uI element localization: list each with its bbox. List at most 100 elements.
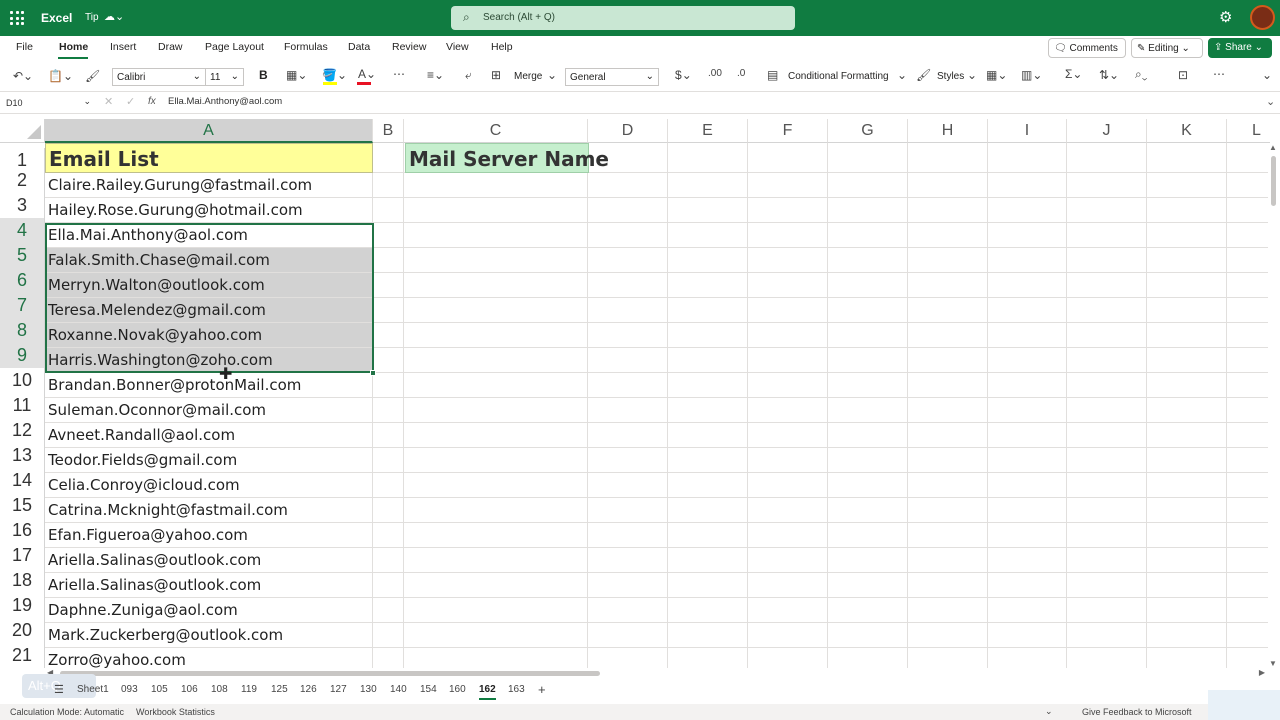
fill-color-icon[interactable]: 🪣⌄	[322, 68, 347, 82]
row-header-11[interactable]: 11	[0, 393, 45, 418]
autosum-icon[interactable]: Σ⌄	[1065, 67, 1082, 81]
scroll-right-icon[interactable]: ▶	[1259, 668, 1265, 677]
sheet-tab-154[interactable]: 154	[420, 684, 437, 695]
scroll-down-icon[interactable]: ▼	[1269, 659, 1277, 668]
row-header-12[interactable]: 12	[0, 418, 45, 443]
name-box[interactable]: D10 ⌄	[4, 95, 93, 111]
vertical-scrollbar[interactable]: ▲ ▼	[1268, 143, 1280, 668]
scroll-up-icon[interactable]: ▲	[1269, 143, 1277, 152]
undo-icon[interactable]: ↶⌄	[13, 69, 33, 83]
sheet-tab-140[interactable]: 140	[390, 684, 407, 695]
row-header-7[interactable]: 7	[0, 293, 45, 318]
expand-formula-bar-icon[interactable]: ⌄	[1266, 95, 1275, 108]
column-header-j[interactable]: J	[1067, 119, 1147, 143]
menu-review[interactable]: Review	[392, 41, 426, 53]
cell-email[interactable]: Zorro@yahoo.com	[45, 648, 373, 668]
app-name[interactable]: Excel	[41, 11, 72, 25]
row-header-19[interactable]: 19	[0, 593, 45, 618]
settings-gear-icon[interactable]: ⚙	[1219, 8, 1232, 26]
column-header-f[interactable]: F	[748, 119, 828, 143]
workbook-statistics[interactable]: Workbook Statistics	[136, 707, 215, 717]
sheet-tab-127[interactable]: 127	[330, 684, 347, 695]
column-header-k[interactable]: K	[1147, 119, 1227, 143]
paste-icon[interactable]: 📋⌄	[48, 69, 73, 83]
tip-label[interactable]: Tip	[85, 12, 99, 23]
sheet-tab-108[interactable]: 108	[211, 684, 228, 695]
enter-icon[interactable]: ✓	[126, 95, 135, 108]
column-header-e[interactable]: E	[668, 119, 748, 143]
find-icon[interactable]: ⌕⌄	[1135, 67, 1147, 82]
styles-button[interactable]: Styles	[937, 71, 964, 82]
chevron-down-icon[interactable]: ⌄	[1045, 706, 1053, 717]
selection-outline[interactable]	[45, 223, 374, 373]
merge-label[interactable]: Merge	[514, 71, 542, 82]
row-header-15[interactable]: 15	[0, 493, 45, 518]
sheet-tab-162[interactable]: 162	[479, 684, 496, 700]
chevron-down-icon[interactable]: ⌄	[967, 68, 977, 82]
row-header-16[interactable]: 16	[0, 518, 45, 543]
font-size-select[interactable]: 11 ⌄	[205, 68, 244, 86]
format-painter-icon[interactable]: 🖌	[85, 69, 100, 83]
column-header-c[interactable]: C	[404, 119, 588, 143]
chevron-down-icon[interactable]: ⌄	[547, 68, 557, 82]
menu-file[interactable]: File	[16, 41, 33, 53]
cell-email[interactable]: Teodor.Fields@gmail.com	[45, 448, 373, 473]
merge-icon[interactable]: ⊞	[491, 68, 501, 82]
cancel-icon[interactable]: ✕	[104, 95, 113, 108]
analyze-data-icon[interactable]: ⊡	[1178, 68, 1188, 82]
wrap-text-icon[interactable]: ⤶	[465, 68, 472, 83]
row-header-3[interactable]: 3	[0, 193, 45, 218]
menu-page-layout[interactable]: Page Layout	[205, 41, 264, 53]
share-button[interactable]: ⇪ Share ⌄	[1208, 38, 1272, 58]
styles-icon[interactable]: 🖌	[916, 68, 931, 82]
row-header-17[interactable]: 17	[0, 543, 45, 568]
cell-c1-header[interactable]: Mail Server Name	[405, 143, 609, 173]
cell-email[interactable]: Celia.Conroy@icloud.com	[45, 473, 373, 498]
row-header-13[interactable]: 13	[0, 443, 45, 468]
column-header-b[interactable]: B	[373, 119, 404, 143]
sheet-tab-125[interactable]: 125	[271, 684, 288, 695]
sheet-tab-119[interactable]: 119	[241, 684, 257, 695]
row-header-10[interactable]: 10	[0, 368, 45, 393]
search-box[interactable]: ⌕ Search (Alt + Q)	[451, 6, 795, 30]
conditional-formatting-icon[interactable]: ▤	[767, 68, 778, 82]
format-as-table-icon[interactable]: ▦⌄	[986, 68, 1007, 82]
h-scroll-thumb[interactable]	[60, 671, 600, 676]
sheet-tab-sheet1[interactable]: Sheet1	[77, 684, 109, 695]
cell-email[interactable]: Catrina.Mcknight@fastmail.com	[45, 498, 373, 523]
row-header-2[interactable]: 2	[0, 168, 45, 193]
row-header-21[interactable]: 21	[0, 643, 45, 668]
currency-button[interactable]: $⌄	[675, 68, 692, 82]
row-header-18[interactable]: 18	[0, 568, 45, 593]
sheet-tab-093[interactable]: 093	[121, 684, 138, 695]
cell-email[interactable]: Ariella.Salinas@outlook.com	[45, 548, 373, 573]
cell-email[interactable]: Efan.Figueroa@yahoo.com	[45, 523, 373, 548]
formula-input[interactable]: Ella.Mai.Anthony@aol.com	[168, 96, 282, 107]
calculation-mode[interactable]: Calculation Mode: Automatic	[10, 707, 124, 717]
fill-handle[interactable]	[370, 370, 376, 376]
increase-decimal-icon[interactable]: .0	[737, 68, 745, 79]
decrease-decimal-icon[interactable]: .00	[708, 68, 722, 79]
sheet-tab-160[interactable]: 160	[449, 684, 466, 695]
row-header-9[interactable]: 9	[0, 343, 45, 368]
cell-email[interactable]: Ariella.Salinas@outlook.com	[45, 573, 373, 598]
row-header-5[interactable]: 5	[0, 243, 45, 268]
select-all-corner[interactable]	[0, 119, 45, 143]
font-color-icon[interactable]: A⌄	[358, 67, 376, 81]
cell-email[interactable]: Mark.Zuckerberg@outlook.com	[45, 623, 373, 648]
menu-data[interactable]: Data	[348, 41, 370, 53]
sort-filter-icon[interactable]: ⇅⌄	[1099, 68, 1119, 82]
conditional-formatting-button[interactable]: Conditional Formatting	[788, 71, 889, 82]
column-header-g[interactable]: G	[828, 119, 908, 143]
menu-formulas[interactable]: Formulas	[284, 41, 328, 53]
font-name-select[interactable]: Calibri ⌄	[112, 68, 206, 86]
cell-email[interactable]: Daphne.Zuniga@aol.com	[45, 598, 373, 623]
insert-cells-icon[interactable]: ▥⌄	[1021, 68, 1042, 82]
row-header-8[interactable]: 8	[0, 318, 45, 343]
row-header-14[interactable]: 14	[0, 468, 45, 493]
menu-help[interactable]: Help	[491, 41, 513, 53]
add-sheet-button[interactable]: +	[538, 682, 546, 697]
sheet-tab-126[interactable]: 126	[300, 684, 317, 695]
insert-function-button[interactable]: fx	[148, 96, 156, 107]
sheet-tab-105[interactable]: 105	[151, 684, 168, 695]
